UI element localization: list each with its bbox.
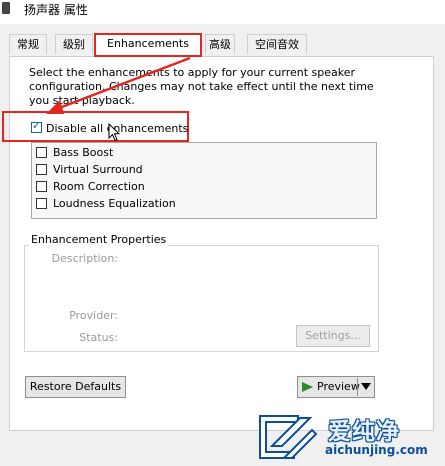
virtual-surround-label[interactable]: Virtual Surround bbox=[53, 163, 143, 176]
tab-levels[interactable]: 级别 bbox=[55, 34, 93, 54]
loudness-equalization-checkbox[interactable] bbox=[36, 198, 47, 209]
tab-advanced[interactable]: 高级 bbox=[205, 34, 235, 54]
tab-spatial-sound[interactable]: 空间音效 bbox=[247, 34, 307, 54]
bass-boost-label[interactable]: Bass Boost bbox=[53, 146, 113, 159]
app-icon bbox=[2, 2, 10, 14]
bass-boost-checkbox[interactable] bbox=[36, 147, 47, 158]
preview-label[interactable]: Preview bbox=[317, 380, 360, 393]
mouse-cursor-icon bbox=[108, 123, 121, 142]
watermark-brand-text: 爱纯净 bbox=[328, 419, 400, 445]
room-correction-label[interactable]: Room Correction bbox=[53, 180, 145, 193]
settings-button[interactable]: Settings... bbox=[296, 325, 370, 347]
description-label: Description: bbox=[51, 252, 118, 265]
watermark-logo-icon bbox=[259, 415, 318, 459]
window-title: 扬声器 属性 bbox=[24, 3, 88, 17]
provider-label: Provider: bbox=[69, 309, 118, 322]
status-label: Status: bbox=[79, 331, 118, 344]
restore-defaults-button[interactable]: Restore Defaults bbox=[25, 376, 126, 398]
preview-divider bbox=[357, 378, 358, 396]
tab-general[interactable]: 常规 bbox=[9, 34, 47, 54]
play-icon bbox=[302, 382, 313, 392]
room-correction-checkbox[interactable] bbox=[36, 181, 47, 192]
virtual-surround-checkbox[interactable] bbox=[36, 164, 47, 175]
watermark-url: aichunjing.com bbox=[325, 443, 428, 457]
loudness-equalization-label[interactable]: Loudness Equalization bbox=[53, 197, 176, 210]
dropdown-arrow-icon[interactable] bbox=[361, 383, 371, 391]
check-mark-icon: ✓ bbox=[31, 119, 42, 132]
enhancement-properties-title: Enhancement Properties bbox=[29, 233, 169, 246]
